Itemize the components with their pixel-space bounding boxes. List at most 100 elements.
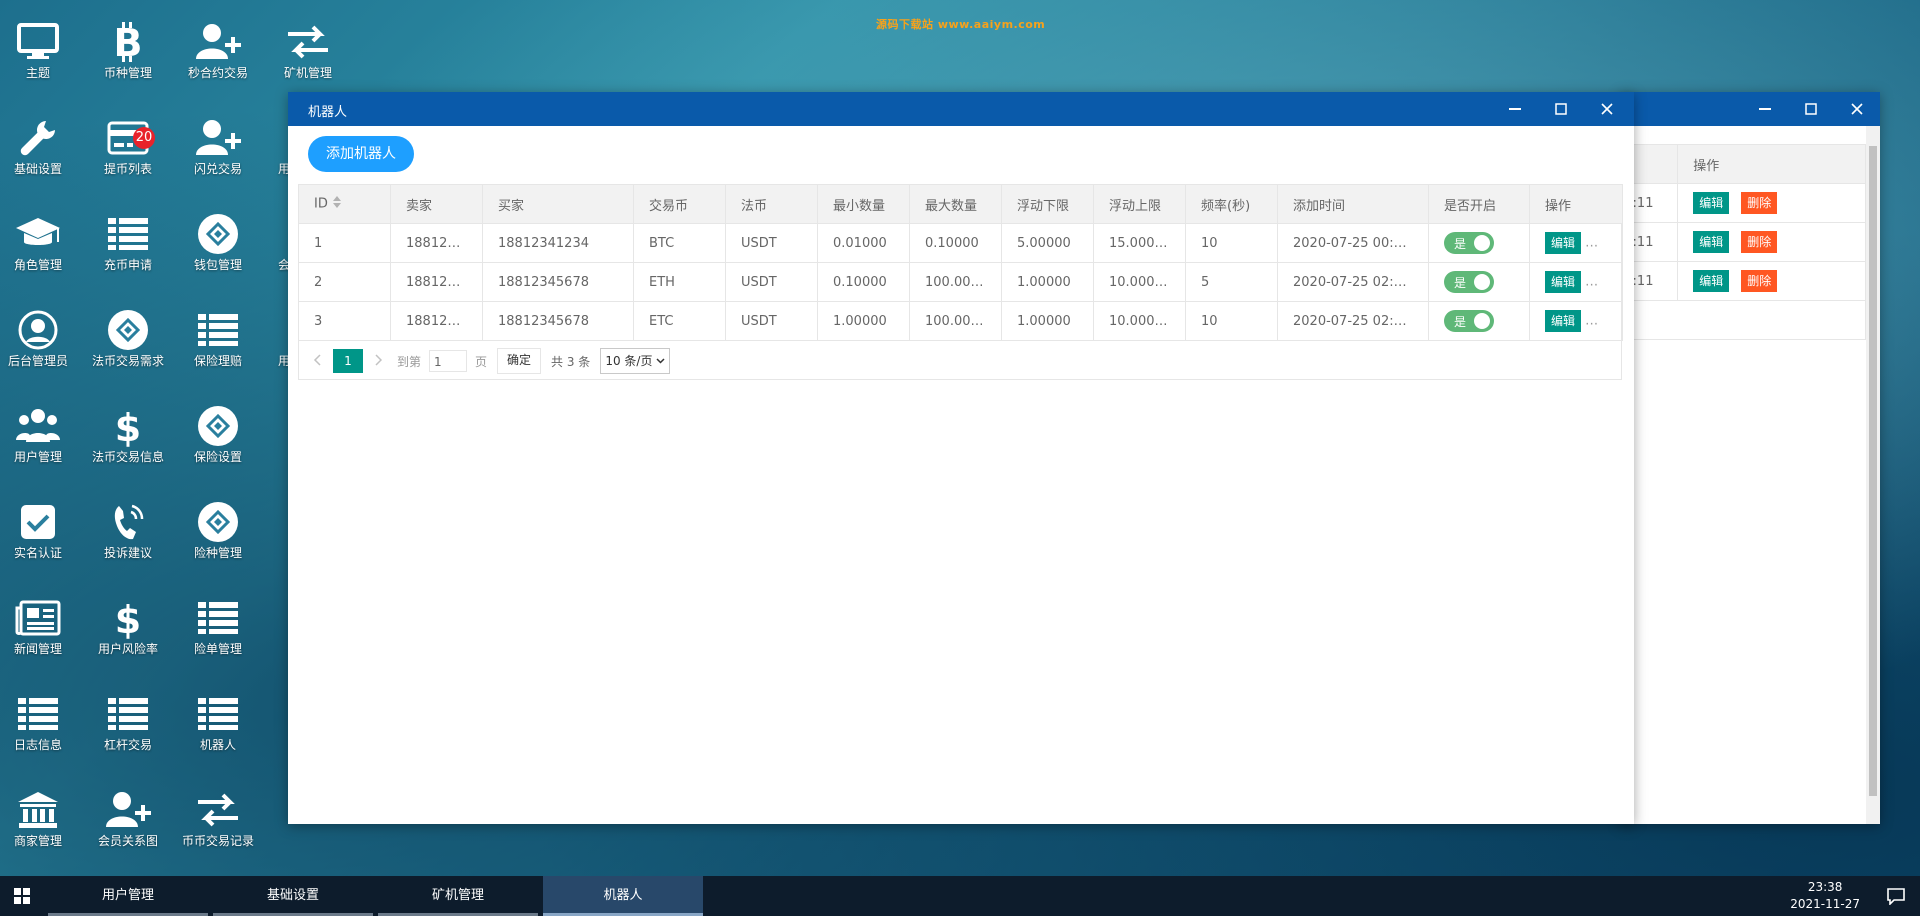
- maximize-icon: [1555, 103, 1567, 115]
- page-unit-label: 页: [475, 354, 488, 369]
- column-header-min: 最小数量: [817, 184, 910, 224]
- minimize-icon: [1759, 108, 1771, 110]
- edit-button[interactable]: 编辑: [1693, 270, 1730, 292]
- close-button[interactable]: [1834, 92, 1880, 126]
- robot-window[interactable]: 机器人 添加机器人 ID 卖家 买家 交易币 法币 最小数量 最大数量 浮动下限…: [288, 92, 1634, 824]
- pagination: 1 到第 1 页 确定 共 3 条 10 条/页: [313, 342, 671, 380]
- swap-circle-icon: [173, 402, 263, 450]
- robot-table: ID 卖家 买家 交易币 法币 最小数量 最大数量 浮动下限 浮动上限 频率(秒…: [298, 184, 1623, 341]
- desktop-icon-policies[interactable]: 险单管理: [173, 594, 263, 657]
- column-header-enabled: 是否开启: [1428, 184, 1530, 224]
- taskbar-clock[interactable]: 23:38 2021-11-27: [1790, 879, 1860, 913]
- desktop-icon-deposit-requests[interactable]: 充币申请: [83, 210, 173, 273]
- desktop-icon-logs[interactable]: 日志信息: [0, 690, 83, 753]
- desktop-icon-admins[interactable]: 后台管理员: [0, 306, 83, 369]
- desktop-icon-role-management[interactable]: 角色管理: [0, 210, 83, 273]
- desktop-icon-fiat-info[interactable]: $ 法币交易信息: [83, 402, 173, 465]
- sort-icon[interactable]: [332, 195, 342, 213]
- edit-button[interactable]: 编辑: [1693, 192, 1730, 214]
- minimize-button[interactable]: [1742, 92, 1788, 126]
- next-page-icon[interactable]: [373, 353, 383, 369]
- enabled-toggle[interactable]: 是: [1444, 232, 1494, 254]
- desktop-icon-member-graph[interactable]: 会员关系图: [83, 786, 173, 849]
- scrollbar-thumb[interactable]: [1869, 146, 1877, 796]
- exchange-arrows-icon: [173, 786, 263, 834]
- desktop-icon-merchants[interactable]: 商家管理: [0, 786, 83, 849]
- minimize-button[interactable]: [1492, 92, 1538, 126]
- edit-button[interactable]: 编辑: [1545, 310, 1582, 332]
- desktop-icon-user-risk[interactable]: $ 用户风险率: [83, 594, 173, 657]
- dollar-icon: $: [83, 402, 173, 450]
- desktop-icon-miner-management[interactable]: 矿机管理: [263, 18, 353, 81]
- desktop-icon-insurance-settings[interactable]: 保险设置: [173, 402, 263, 465]
- desktop-icon-wallet[interactable]: 钱包管理: [173, 210, 263, 273]
- maximize-icon: [1805, 103, 1817, 115]
- column-header-id[interactable]: ID: [298, 184, 391, 224]
- taskbar: 用户管理 基础设置 矿机管理 机器人 23:38 2021-11-27: [0, 876, 1920, 916]
- prev-page-icon[interactable]: [313, 353, 323, 369]
- desktop-icon-news[interactable]: 新闻管理: [0, 594, 83, 657]
- bank-icon: [0, 786, 83, 834]
- list-icon: [83, 690, 173, 738]
- goto-confirm-button[interactable]: 确定: [497, 348, 542, 374]
- credit-card-icon: [83, 114, 173, 162]
- desktop-icon-flash-exchange[interactable]: 闪兑交易: [173, 114, 263, 177]
- chevron-down-icon: [656, 358, 665, 364]
- vertical-scrollbar[interactable]: [1866, 126, 1880, 824]
- desktop-icon-insurance-types[interactable]: 险种管理: [173, 498, 263, 561]
- desktop-icon-coin-management[interactable]: B 币种管理: [83, 18, 173, 81]
- robot-window-content: 添加机器人 ID 卖家 买家 交易币 法币 最小数量 最大数量 浮动下限 浮动上…: [288, 126, 1634, 824]
- add-robot-button[interactable]: 添加机器人: [308, 136, 414, 172]
- desktop-icon-theme[interactable]: 主题: [0, 18, 83, 81]
- window-titlebar[interactable]: [1620, 92, 1880, 126]
- delete-button[interactable]: 删除: [1741, 192, 1778, 214]
- users-icon: [0, 402, 83, 450]
- watermark: 源码下载站 www.aaiym.com: [876, 18, 1046, 31]
- edit-button[interactable]: 编辑: [1693, 231, 1730, 253]
- swap-circle-icon: [173, 210, 263, 258]
- delete-button[interactable]: 删除: [1741, 231, 1778, 253]
- edit-button[interactable]: 编辑: [1545, 271, 1582, 293]
- background-window[interactable]: 操作 01:11 编辑 删除 01:11 编辑 删除 01:11 编辑 删除: [1599, 92, 1880, 824]
- list-icon: [173, 306, 263, 354]
- table-header-actions: 操作: [1677, 144, 1866, 184]
- background-table: 操作 01:11 编辑 删除 01:11 编辑 删除 01:11 编辑 删除: [1599, 144, 1866, 340]
- column-header-float-low: 浮动下限: [1001, 184, 1094, 224]
- desktop-icon-fiat-demand[interactable]: 法币交易需求: [83, 306, 173, 369]
- enabled-toggle[interactable]: 是: [1444, 310, 1494, 332]
- desktop-icon-robot[interactable]: 机器人: [173, 690, 263, 753]
- list-icon: [83, 210, 173, 258]
- notification-center-icon[interactable]: [1886, 887, 1906, 909]
- taskbar-item-miner-management[interactable]: 矿机管理: [378, 876, 538, 916]
- desktop-icon-complaints[interactable]: 投诉建议: [83, 498, 173, 561]
- enabled-toggle[interactable]: 是: [1444, 271, 1494, 293]
- page-size-select[interactable]: 10 条/页: [600, 348, 671, 374]
- window-title: 机器人: [308, 105, 348, 120]
- desktop-icon-real-name[interactable]: 实名认证: [0, 498, 83, 561]
- column-header-float-high: 浮动上限: [1093, 184, 1186, 224]
- desktop-icon-withdraw-list[interactable]: 20 提币列表: [83, 114, 173, 177]
- maximize-button[interactable]: [1788, 92, 1834, 126]
- maximize-button[interactable]: [1538, 92, 1584, 126]
- desktop-icon-basic-settings[interactable]: 基础设置: [0, 114, 83, 177]
- edit-button[interactable]: 编辑: [1545, 232, 1582, 254]
- desktop: 源码下载站 www.aaiym.com 主题 基础设置 角色管理 后台管理员 用…: [0, 0, 1920, 876]
- taskbar-item-basic-settings[interactable]: 基础设置: [213, 876, 373, 916]
- desktop-icon-insurance-claims[interactable]: 保险理赔: [173, 306, 263, 369]
- user-plus-icon: [173, 18, 263, 66]
- desktop-icon-second-contract[interactable]: 秒合约交易: [173, 18, 263, 81]
- column-header-max: 最大数量: [909, 184, 1002, 224]
- table-row: 3 18812345678 18812345678 ETC USDT 1.000…: [298, 301, 1623, 341]
- goto-page-input[interactable]: 1: [429, 350, 468, 372]
- desktop-icon-user-management[interactable]: 用户管理: [0, 402, 83, 465]
- close-button[interactable]: [1584, 92, 1630, 126]
- window-titlebar[interactable]: 机器人: [288, 92, 1634, 126]
- taskbar-item-user-management[interactable]: 用户管理: [48, 876, 208, 916]
- current-page[interactable]: 1: [333, 349, 363, 373]
- taskbar-item-robot[interactable]: 机器人: [543, 876, 703, 916]
- close-icon: [1851, 103, 1863, 115]
- desktop-icon-spot-records[interactable]: 币币交易记录: [173, 786, 263, 849]
- desktop-icon-leverage[interactable]: 杠杆交易: [83, 690, 173, 753]
- windows-start-icon[interactable]: [14, 888, 30, 908]
- delete-button[interactable]: 删除: [1741, 270, 1778, 292]
